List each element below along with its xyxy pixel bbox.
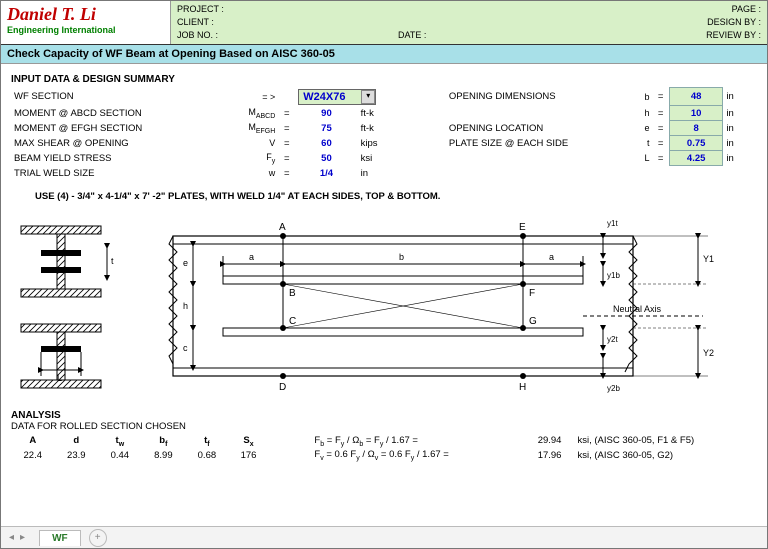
svg-text:H: H bbox=[519, 382, 526, 393]
svg-text:A: A bbox=[279, 222, 286, 233]
diagram-row: t L bbox=[11, 206, 757, 406]
tab-nav[interactable]: ◂ ▸ bbox=[1, 532, 33, 543]
input-table: WF SECTION = > W24X76 ▾ OPENING DIMENSIO… bbox=[11, 87, 757, 181]
svg-text:G: G bbox=[529, 316, 537, 327]
wf-select[interactable]: W24X76 ▾ bbox=[298, 89, 376, 105]
svg-text:Y2: Y2 bbox=[703, 348, 714, 358]
svg-text:y2b: y2b bbox=[607, 384, 620, 393]
svg-text:F: F bbox=[529, 288, 535, 299]
svg-text:Y1: Y1 bbox=[703, 254, 714, 264]
analysis-head: ANALYSIS bbox=[11, 410, 757, 421]
svg-text:Neutral Axis: Neutral Axis bbox=[613, 304, 662, 314]
row-label: MOMENT @ ABCD SECTION bbox=[11, 106, 218, 121]
tab-add-icon[interactable]: + bbox=[89, 529, 107, 547]
analysis-table: A d tw bf tf Sx Fb = Fy / Ωb = Fy / 1.67… bbox=[11, 434, 757, 464]
svg-text:e: e bbox=[183, 258, 188, 268]
svg-text:y1b: y1b bbox=[607, 271, 620, 280]
tab-wf[interactable]: WF bbox=[39, 530, 81, 546]
svg-text:a: a bbox=[549, 252, 554, 262]
hdr-client: CLIENT : bbox=[177, 16, 465, 29]
section-input-head: INPUT DATA & DESIGN SUMMARY bbox=[11, 74, 757, 85]
nav-next-icon[interactable]: ▸ bbox=[20, 532, 25, 543]
wf-select-value: W24X76 bbox=[299, 91, 361, 103]
logo: Daniel T. Li Engineering International bbox=[1, 1, 171, 44]
svg-text:E: E bbox=[519, 222, 526, 233]
hdr-jobno: JOB NO. : bbox=[177, 29, 218, 42]
logo-sub: Engineering International bbox=[7, 25, 164, 35]
rrow-eq: = bbox=[652, 88, 669, 106]
svg-text:y1t: y1t bbox=[607, 219, 618, 228]
plate-note: USE (4) - 3/4" x 4-1/4" x 7' -2" PLATES,… bbox=[35, 191, 757, 202]
row-label: WF SECTION bbox=[11, 88, 218, 106]
analysis-sub: DATA FOR ROLLED SECTION CHOSEN bbox=[11, 421, 757, 432]
svg-text:h: h bbox=[183, 301, 188, 311]
svg-text:C: C bbox=[289, 316, 296, 327]
svg-text:B: B bbox=[289, 288, 296, 299]
dropdown-icon[interactable]: ▾ bbox=[361, 90, 375, 104]
svg-text:L: L bbox=[57, 373, 62, 383]
rrow-unit: in bbox=[723, 88, 757, 106]
svg-text:c: c bbox=[183, 343, 188, 353]
hdr-design: DESIGN BY : bbox=[707, 16, 761, 29]
hdr-review: REVIEW BY : bbox=[706, 29, 761, 42]
row-sym: = > bbox=[218, 88, 279, 106]
hdr-date: DATE : bbox=[398, 29, 426, 42]
header-left-block: PROJECT : CLIENT : JOB NO. : DATE : bbox=[171, 1, 471, 44]
hdr-project: PROJECT : bbox=[177, 3, 465, 16]
logo-name: Daniel T. Li bbox=[7, 4, 164, 25]
header: Daniel T. Li Engineering International P… bbox=[1, 1, 767, 45]
hdr-page: PAGE : bbox=[732, 3, 761, 16]
row-val[interactable]: 90 bbox=[295, 106, 357, 121]
svg-text:a: a bbox=[249, 252, 254, 262]
sheet-tabs: ◂ ▸ WF + bbox=[1, 526, 767, 548]
elevation-diagram: A E B F C G D H a b a e bbox=[143, 206, 757, 406]
svg-text:y2t: y2t bbox=[607, 335, 618, 344]
rrow-label: OPENING DIMENSIONS bbox=[446, 88, 628, 106]
svg-text:D: D bbox=[279, 382, 286, 393]
svg-text:b: b bbox=[399, 252, 404, 262]
nav-prev-icon[interactable]: ◂ bbox=[9, 532, 14, 543]
header-right-block: PAGE : DESIGN BY : REVIEW BY : bbox=[471, 1, 767, 44]
svg-text:t: t bbox=[111, 256, 114, 266]
title-bar: Check Capacity of WF Beam at Opening Bas… bbox=[1, 45, 767, 64]
rrow-sym: b bbox=[628, 88, 652, 106]
section-diagram: t L bbox=[11, 206, 131, 406]
rrow-val[interactable]: 48 bbox=[669, 88, 722, 106]
